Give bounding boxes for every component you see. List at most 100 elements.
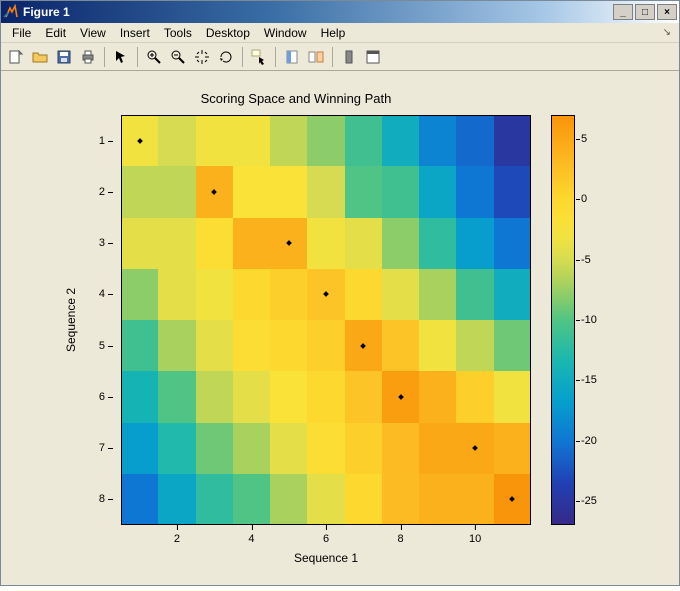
heatmap-cell bbox=[196, 115, 233, 166]
heatmap-cell bbox=[196, 474, 233, 525]
link-button[interactable] bbox=[305, 46, 327, 68]
colorbar-tick-label: -15 bbox=[581, 374, 597, 386]
heatmap-cell bbox=[494, 269, 531, 320]
minimize-button[interactable]: _ bbox=[613, 4, 633, 20]
path-marker bbox=[323, 292, 329, 298]
heatmap-cell bbox=[494, 320, 531, 371]
path-marker bbox=[286, 240, 292, 246]
pan-button[interactable] bbox=[191, 46, 213, 68]
heatmap-cell bbox=[456, 166, 493, 217]
heatmap-cell bbox=[382, 474, 419, 525]
legend-button[interactable] bbox=[362, 46, 384, 68]
heatmap-cell bbox=[307, 166, 344, 217]
path-marker bbox=[360, 343, 366, 349]
heatmap-cell bbox=[382, 218, 419, 269]
heatmap-cell bbox=[158, 115, 195, 166]
axes: Scoring Space and Winning Path Sequence … bbox=[61, 91, 621, 591]
heatmap-cell bbox=[456, 115, 493, 166]
colorbar-button[interactable] bbox=[338, 46, 360, 68]
heatmap-cell bbox=[307, 371, 344, 422]
heatmap[interactable] bbox=[121, 115, 531, 525]
dock-arrow-icon[interactable]: ↘ bbox=[663, 27, 675, 38]
heatmap-cell bbox=[121, 474, 158, 525]
heatmap-cell bbox=[158, 166, 195, 217]
maximize-button[interactable]: □ bbox=[635, 4, 655, 20]
heatmap-cell bbox=[382, 371, 419, 422]
figure-canvas[interactable]: Scoring Space and Winning Path Sequence … bbox=[1, 71, 679, 585]
heatmap-cell bbox=[121, 320, 158, 371]
menu-insert[interactable]: Insert bbox=[113, 24, 157, 42]
colorbar[interactable] bbox=[551, 115, 575, 525]
heatmap-cell bbox=[158, 423, 195, 474]
heatmap-cell bbox=[307, 320, 344, 371]
heatmap-cell bbox=[233, 166, 270, 217]
heatmap-cell bbox=[233, 474, 270, 525]
toolbar bbox=[1, 43, 679, 71]
print-button[interactable] bbox=[77, 46, 99, 68]
menu-view[interactable]: View bbox=[73, 24, 113, 42]
pointer-button[interactable] bbox=[110, 46, 132, 68]
heatmap-cell bbox=[345, 423, 382, 474]
close-button[interactable]: × bbox=[657, 4, 677, 20]
heatmap-cell bbox=[196, 269, 233, 320]
heatmap-cell bbox=[419, 423, 456, 474]
menu-edit[interactable]: Edit bbox=[38, 24, 73, 42]
heatmap-cell bbox=[121, 115, 158, 166]
rotate-button[interactable] bbox=[215, 46, 237, 68]
heatmap-cell bbox=[196, 320, 233, 371]
heatmap-cell bbox=[158, 320, 195, 371]
y-tick-label: 4 bbox=[75, 288, 105, 300]
figure-window: Figure 1 _ □ × File Edit View Insert Too… bbox=[0, 0, 680, 586]
menu-desktop[interactable]: Desktop bbox=[199, 24, 257, 42]
heatmap-cell bbox=[456, 371, 493, 422]
heatmap-cell bbox=[419, 474, 456, 525]
title-bar[interactable]: Figure 1 _ □ × bbox=[1, 1, 679, 23]
heatmap-cell bbox=[158, 269, 195, 320]
heatmap-cell bbox=[121, 218, 158, 269]
window-title: Figure 1 bbox=[19, 5, 611, 19]
heatmap-cell bbox=[270, 474, 307, 525]
path-marker bbox=[510, 497, 516, 503]
heatmap-cell bbox=[494, 166, 531, 217]
heatmap-cell bbox=[270, 166, 307, 217]
heatmap-cell bbox=[307, 269, 344, 320]
zoom-in-button[interactable] bbox=[143, 46, 165, 68]
menu-file[interactable]: File bbox=[5, 24, 38, 42]
new-figure-button[interactable] bbox=[5, 46, 27, 68]
heatmap-cell bbox=[382, 320, 419, 371]
heatmap-cell bbox=[158, 474, 195, 525]
heatmap-cell bbox=[270, 218, 307, 269]
y-tick-label: 2 bbox=[75, 186, 105, 198]
heatmap-cell bbox=[196, 166, 233, 217]
heatmap-cell bbox=[233, 320, 270, 371]
menu-tools[interactable]: Tools bbox=[157, 24, 199, 42]
menu-window[interactable]: Window bbox=[257, 24, 314, 42]
x-tick-label: 6 bbox=[323, 533, 329, 545]
heatmap-cell bbox=[345, 474, 382, 525]
open-button[interactable] bbox=[29, 46, 51, 68]
x-tick-label: 8 bbox=[397, 533, 403, 545]
heatmap-cell bbox=[307, 218, 344, 269]
colorbar-tick-label: -25 bbox=[581, 495, 597, 507]
heatmap-cell bbox=[345, 320, 382, 371]
brush-button[interactable] bbox=[281, 46, 303, 68]
menu-bar: File Edit View Insert Tools Desktop Wind… bbox=[1, 23, 679, 43]
heatmap-cell bbox=[196, 423, 233, 474]
heatmap-cell bbox=[270, 371, 307, 422]
save-button[interactable] bbox=[53, 46, 75, 68]
heatmap-cell bbox=[233, 115, 270, 166]
heatmap-cell bbox=[233, 371, 270, 422]
heatmap-cell bbox=[345, 371, 382, 422]
heatmap-cell bbox=[494, 474, 531, 525]
menu-help[interactable]: Help bbox=[314, 24, 353, 42]
data-cursor-button[interactable] bbox=[248, 46, 270, 68]
colorbar-tick-label: -5 bbox=[581, 254, 591, 266]
zoom-out-button[interactable] bbox=[167, 46, 189, 68]
y-axis-ticks: 12345678 bbox=[61, 115, 115, 525]
path-marker bbox=[137, 138, 143, 144]
heatmap-cell bbox=[270, 423, 307, 474]
colorbar-ticks: 50-5-10-15-20-25 bbox=[579, 115, 619, 525]
heatmap-cell bbox=[196, 371, 233, 422]
heatmap-cell bbox=[419, 166, 456, 217]
heatmap-cell bbox=[456, 423, 493, 474]
